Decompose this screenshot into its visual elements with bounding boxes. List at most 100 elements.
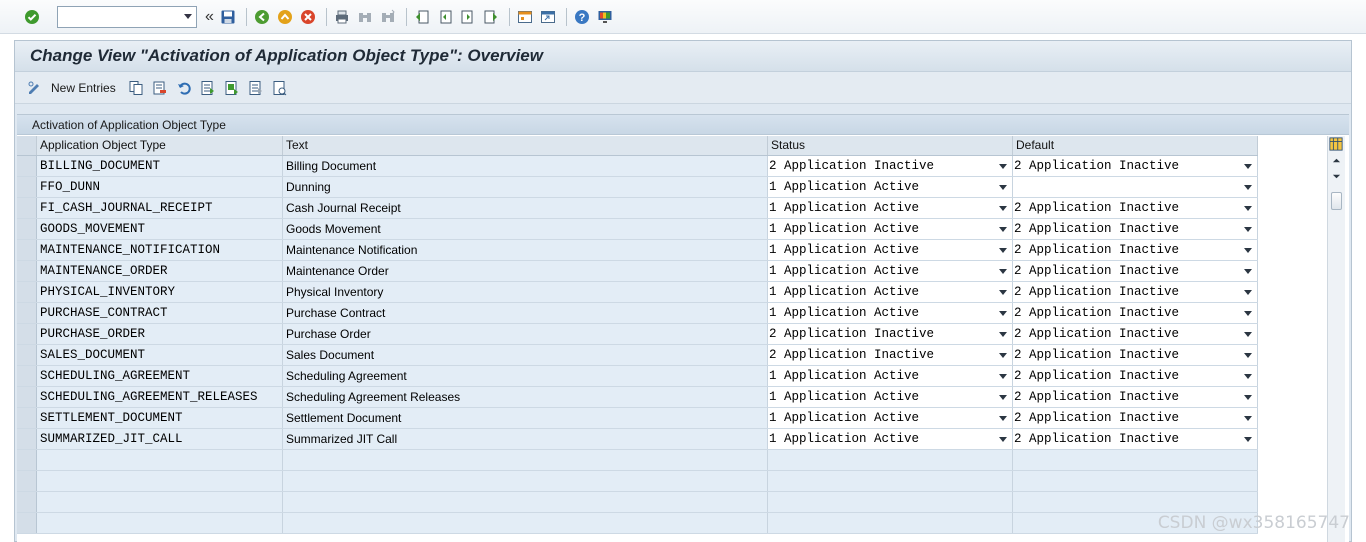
chevron-down-icon[interactable] [1244, 269, 1252, 274]
command-field[interactable] [57, 5, 197, 28]
chevron-down-icon[interactable] [1244, 164, 1252, 169]
text-cell[interactable]: Purchase Contract [283, 303, 768, 323]
chevron-down-icon[interactable] [999, 290, 1007, 295]
exit-icon[interactable] [275, 7, 295, 27]
customize-layout-icon[interactable] [595, 7, 615, 27]
status-dropdown[interactable]: 2 Application Inactive [768, 156, 1013, 176]
default-dropdown[interactable]: 2 Application Inactive [1013, 261, 1258, 281]
text-cell[interactable]: Cash Journal Receipt [283, 198, 768, 218]
chevron-down-icon[interactable] [1244, 332, 1252, 337]
default-dropdown[interactable]: 2 Application Inactive [1013, 282, 1258, 302]
row-selector[interactable] [17, 177, 37, 197]
chevron-down-icon[interactable] [999, 311, 1007, 316]
status-dropdown[interactable]: 1 Application Active [768, 366, 1013, 386]
row-selector[interactable] [17, 387, 37, 407]
row-selector[interactable] [17, 408, 37, 428]
chevron-down-icon[interactable] [1244, 437, 1252, 442]
row-selector[interactable] [17, 261, 37, 281]
new-entries-button[interactable]: New Entries [51, 81, 116, 95]
column-header-status[interactable]: Status [768, 136, 1013, 155]
select-all-rows-button[interactable] [17, 136, 37, 155]
chevron-down-icon[interactable] [1244, 353, 1252, 358]
status-dropdown[interactable]: 1 Application Active [768, 387, 1013, 407]
deselect-all-icon[interactable] [246, 78, 266, 98]
find-next-icon[interactable] [378, 7, 398, 27]
text-cell[interactable]: Purchase Order [283, 324, 768, 344]
text-cell[interactable]: Scheduling Agreement [283, 366, 768, 386]
row-selector[interactable] [17, 450, 37, 470]
text-cell[interactable]: Settlement Document [283, 408, 768, 428]
chevron-down-icon[interactable] [999, 206, 1007, 211]
row-selector[interactable] [17, 198, 37, 218]
chevron-down-icon[interactable] [999, 248, 1007, 253]
chevron-down-icon[interactable] [1244, 206, 1252, 211]
chevron-down-icon[interactable] [999, 395, 1007, 400]
back-icon[interactable] [252, 7, 272, 27]
text-cell[interactable]: Dunning [283, 177, 768, 197]
row-selector[interactable] [17, 429, 37, 449]
row-selector[interactable] [17, 492, 37, 512]
save-icon[interactable] [218, 7, 238, 27]
chevron-down-icon[interactable] [1244, 227, 1252, 232]
shortcut-icon[interactable] [538, 7, 558, 27]
scroll-thumb[interactable] [1331, 192, 1342, 210]
chevron-down-icon[interactable] [999, 437, 1007, 442]
create-session-icon[interactable] [515, 7, 535, 27]
vertical-scrollbar[interactable] [1327, 136, 1345, 542]
chevron-down-icon[interactable] [184, 13, 192, 19]
chevron-down-icon[interactable] [999, 332, 1007, 337]
undo-change-icon[interactable] [174, 78, 194, 98]
row-selector[interactable] [17, 324, 37, 344]
default-dropdown[interactable]: 2 Application Inactive [1013, 303, 1258, 323]
text-cell[interactable]: Maintenance Order [283, 261, 768, 281]
status-dropdown[interactable]: 2 Application Inactive [768, 324, 1013, 344]
row-selector[interactable] [17, 156, 37, 176]
status-dropdown[interactable]: 1 Application Active [768, 240, 1013, 260]
scroll-up-icon[interactable] [1328, 152, 1344, 168]
status-dropdown[interactable]: 1 Application Active [768, 198, 1013, 218]
find-icon[interactable] [355, 7, 375, 27]
chevron-down-icon[interactable] [1244, 185, 1252, 190]
chevron-down-icon[interactable] [1244, 290, 1252, 295]
enter-icon[interactable] [22, 7, 42, 27]
select-block-icon[interactable] [222, 78, 242, 98]
default-dropdown[interactable]: 2 Application Inactive [1013, 198, 1258, 218]
status-dropdown[interactable]: 1 Application Active [768, 303, 1013, 323]
table-settings-icon[interactable] [1328, 136, 1344, 152]
text-cell[interactable]: Sales Document [283, 345, 768, 365]
row-selector[interactable] [17, 513, 37, 533]
chevron-down-icon[interactable] [999, 353, 1007, 358]
variant-icon[interactable] [270, 78, 290, 98]
print-icon[interactable] [332, 7, 352, 27]
previous-page-icon[interactable] [435, 7, 455, 27]
status-dropdown[interactable]: 1 Application Active [768, 429, 1013, 449]
chevron-down-icon[interactable] [1244, 248, 1252, 253]
help-icon[interactable]: ? [572, 7, 592, 27]
chevron-down-icon[interactable] [999, 269, 1007, 274]
chevron-down-icon[interactable] [1244, 311, 1252, 316]
status-dropdown[interactable]: 1 Application Active [768, 177, 1013, 197]
status-dropdown[interactable]: 1 Application Active [768, 282, 1013, 302]
chevron-down-icon[interactable] [999, 227, 1007, 232]
chevron-down-icon[interactable] [1244, 395, 1252, 400]
delete-icon[interactable] [150, 78, 170, 98]
collapse-command-icon[interactable]: « [205, 8, 214, 26]
default-dropdown[interactable]: 2 Application Inactive [1013, 240, 1258, 260]
copy-as-icon[interactable] [126, 78, 146, 98]
text-cell[interactable]: Physical Inventory [283, 282, 768, 302]
row-selector[interactable] [17, 471, 37, 491]
default-dropdown[interactable]: 2 Application Inactive [1013, 345, 1258, 365]
cancel-icon[interactable] [298, 7, 318, 27]
default-dropdown[interactable]: 2 Application Inactive [1013, 366, 1258, 386]
row-selector[interactable] [17, 219, 37, 239]
status-dropdown[interactable]: 1 Application Active [768, 261, 1013, 281]
status-dropdown[interactable]: 1 Application Active [768, 219, 1013, 239]
chevron-down-icon[interactable] [999, 416, 1007, 421]
row-selector[interactable] [17, 282, 37, 302]
chevron-down-icon[interactable] [1244, 416, 1252, 421]
next-page-icon[interactable] [458, 7, 478, 27]
select-all-icon[interactable] [198, 78, 218, 98]
text-cell[interactable]: Scheduling Agreement Releases [283, 387, 768, 407]
display-change-icon[interactable] [25, 78, 45, 98]
status-dropdown[interactable]: 2 Application Inactive [768, 345, 1013, 365]
